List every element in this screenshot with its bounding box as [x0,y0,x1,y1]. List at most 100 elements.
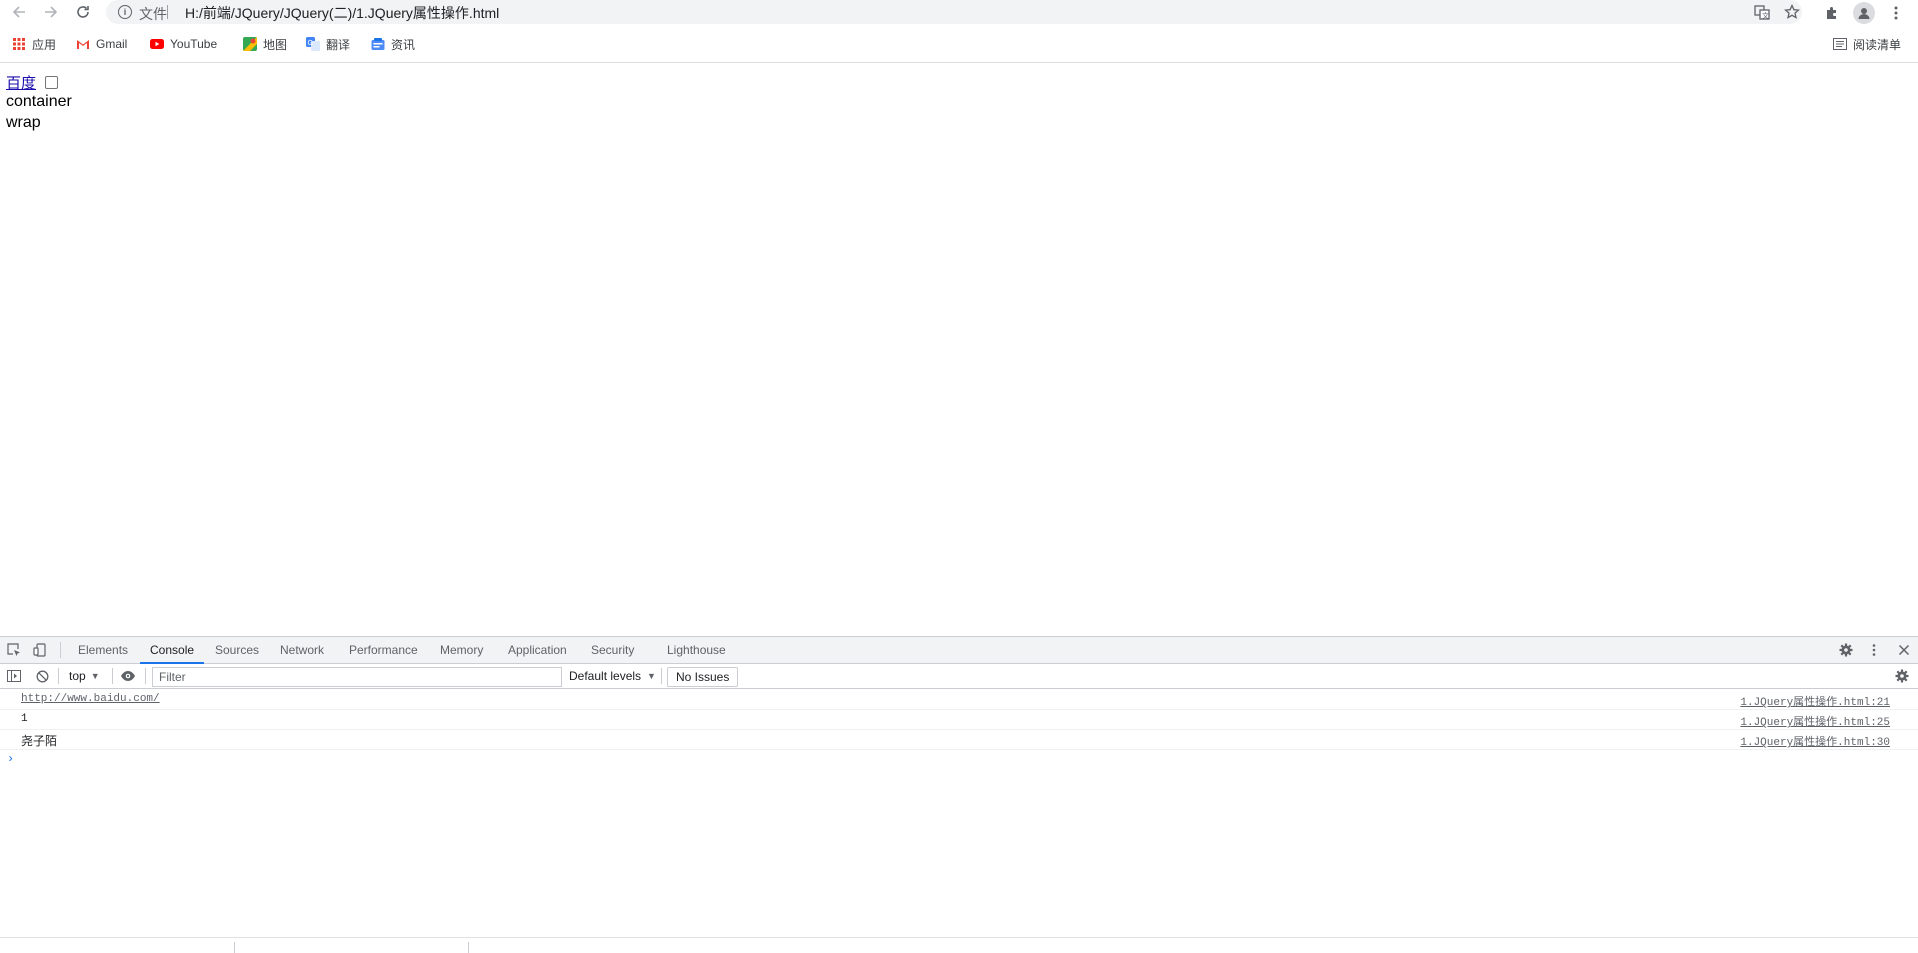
bookmark-label: YouTube [170,37,218,51]
page-first-line: 百度 [6,72,59,93]
forward-button[interactable] [41,2,61,22]
bookmark-maps[interactable]: 地图 [243,35,287,53]
console-message-text[interactable]: http://www.baidu.com/ [21,693,160,705]
console-message: 1 1.JQuery属性操作.html:25 [0,709,1918,730]
levels-label: Default levels [569,669,642,683]
tab-console[interactable]: Console [139,637,205,664]
bookmark-gmail[interactable]: Gmail [76,35,127,53]
clear-console-button[interactable] [34,668,50,684]
tab-performance[interactable]: Performance [349,637,418,663]
devtools-tab-bar: Elements Console Sources Network Perform… [0,637,1918,664]
reading-list-icon [1833,37,1847,51]
toolbar-divider [661,668,662,684]
device-icon [33,643,46,657]
reload-icon [77,6,89,18]
bookmark-label: Gmail [96,37,128,51]
log-levels-dropdown[interactable]: Default levels ▼ [569,664,656,688]
baidu-link[interactable]: 百度 [6,72,36,93]
container-text: container [6,93,72,110]
console-message-text: 1 [21,713,28,725]
toolbar-divider [58,668,59,684]
eye-icon [121,671,135,681]
address-scheme: 文件 [139,6,167,22]
bookmark-apps[interactable]: 应用 [12,35,56,53]
bookmark-star-button[interactable] [1783,3,1801,21]
bookmark-label: 翻译 [326,37,351,52]
profile-button[interactable] [1853,2,1875,24]
more-vertical-icon [1872,644,1876,656]
bookmark-translate[interactable]: G 翻译 [306,35,350,53]
page-checkbox[interactable] [45,75,59,89]
bookmark-label: 地图 [263,37,288,52]
reading-list-button[interactable]: 阅读清单 [1833,35,1901,53]
devtools-panel: Elements Console Sources Network Perform… [0,636,1918,953]
tab-lighthouse[interactable]: Lighthouse [667,637,726,663]
svg-text:文: 文 [1762,11,1769,20]
inspect-cursor-icon [7,643,20,656]
url-text[interactable]: H:/前端/JQuery/JQuery(二)/1.JQuery属性操作.html [185,3,499,23]
wrap-text: wrap [6,114,41,131]
drawer-divider [468,942,469,953]
issues-button[interactable]: No Issues [667,667,739,687]
avatar-icon [1858,8,1870,19]
translate-icon: 文 [1754,5,1770,20]
gear-icon [1895,669,1909,683]
bookmark-label: 资讯 [391,37,416,52]
bookmark-news[interactable]: 资讯 [371,35,415,53]
page-viewport: 百度 container wrap [0,63,1918,636]
toolbar-divider [145,668,146,684]
toolbar-divider [112,668,113,684]
info-icon[interactable]: i [118,5,132,19]
tab-elements[interactable]: Elements [78,637,128,663]
apps-grid-icon [12,37,26,51]
console-prompt[interactable]: › [7,752,14,766]
youtube-icon [150,37,164,51]
tab-network[interactable]: Network [280,637,324,663]
devtools-menu-button[interactable] [1866,642,1882,658]
browser-menu-button[interactable] [1885,2,1907,24]
caret-down-icon: ▼ [647,671,656,681]
device-toolbar-button[interactable] [32,642,48,658]
context-selector[interactable]: top ▼ [69,664,100,688]
tab-application[interactable]: Application [508,637,567,663]
caret-down-icon: ▼ [90,671,100,681]
address-bar[interactable]: i 文件 H:/前端/JQuery/JQuery(二)/1.JQuery属性操作… [106,0,1802,24]
tab-security[interactable]: Security [591,637,634,663]
live-expression-button[interactable] [120,668,136,684]
console-message: http://www.baidu.com/ 1.JQuery属性操作.html:… [0,689,1918,710]
reload-button[interactable] [73,2,93,22]
console-source-link[interactable]: 1.JQuery属性操作.html:30 [1740,733,1890,749]
filter-input[interactable] [159,669,549,685]
extensions-button[interactable] [1821,2,1843,24]
back-button[interactable] [9,2,29,22]
close-icon [1898,644,1910,656]
console-message: 尧子陌 1.JQuery属性操作.html:30 [0,729,1918,750]
gmail-icon [76,37,90,51]
tab-divider [60,642,61,658]
maps-icon [243,37,257,51]
tab-sources[interactable]: Sources [215,637,259,663]
console-source-link[interactable]: 1.JQuery属性操作.html:21 [1740,693,1890,709]
arrow-right-icon [45,6,58,18]
console-message-text: 尧子陌 [21,734,58,748]
console-source-link[interactable]: 1.JQuery属性操作.html:25 [1740,713,1890,729]
star-icon [1784,4,1800,19]
tab-memory[interactable]: Memory [440,637,483,663]
console-settings-button[interactable] [1894,668,1910,684]
translate-page-button[interactable]: 文 [1753,3,1771,21]
gear-icon [1839,643,1853,657]
show-sidebar-button[interactable] [6,668,22,684]
drawer-divider [234,942,235,953]
browser-toolbar: i 文件 H:/前端/JQuery/JQuery(二)/1.JQuery属性操作… [0,0,1918,24]
inspect-element-button[interactable] [6,642,22,658]
devtools-settings-button[interactable] [1838,642,1854,658]
console-filter[interactable] [152,667,562,687]
reading-list-label: 阅读清单 [1853,37,1902,52]
arrow-left-icon [12,6,25,18]
context-label: top [69,669,86,683]
block-icon [36,670,48,682]
devtools-close-button[interactable] [1896,642,1912,658]
bookmarks-bar: 应用 Gmail YouTube 地图 G 翻译 资讯 阅读清单 [0,31,1918,57]
bookmark-youtube[interactable]: YouTube [150,35,217,53]
news-icon [371,37,385,51]
